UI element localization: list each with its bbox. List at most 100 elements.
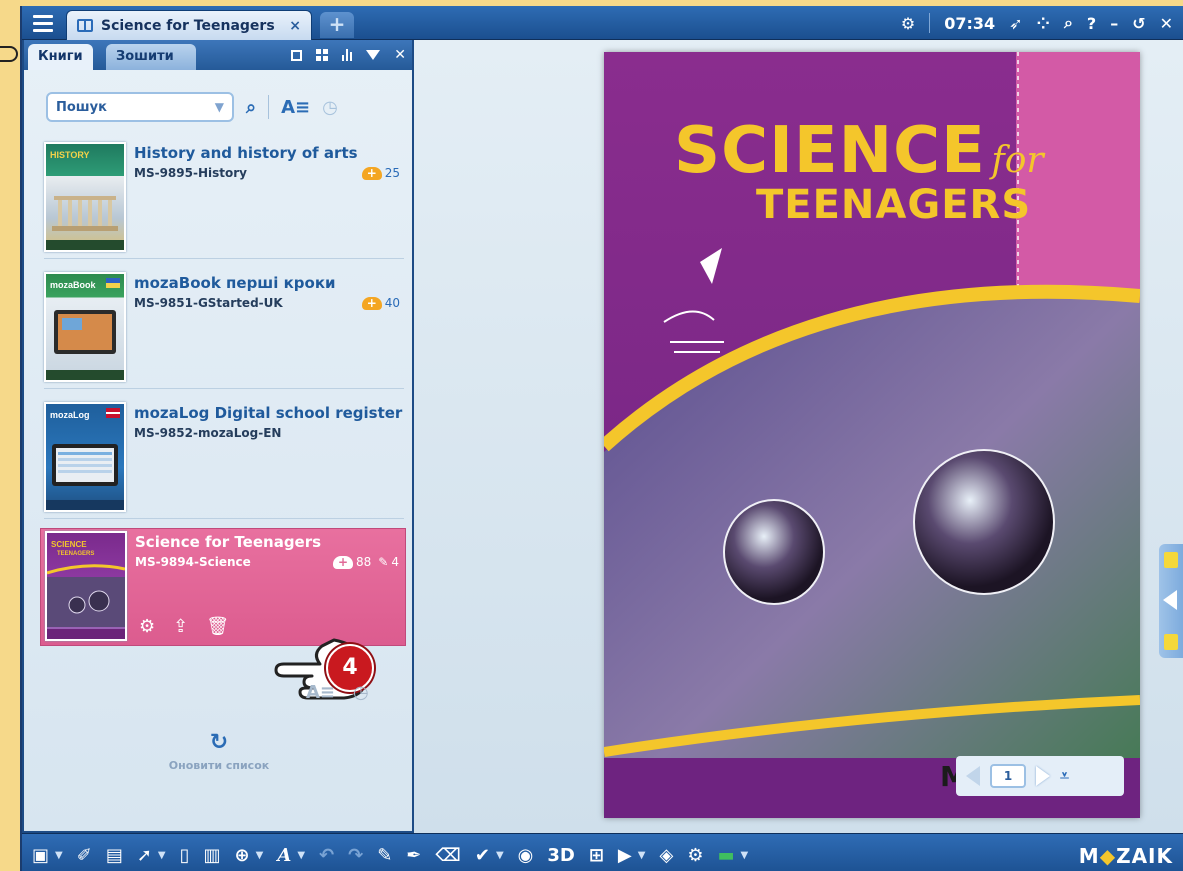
minimize-icon[interactable]: – [1110,14,1118,33]
zoom-icon[interactable]: ⊕ [235,845,250,866]
book-code: MS-9894-Science [135,555,251,569]
add-note-icon[interactable] [1164,552,1178,568]
rocket-icon[interactable]: ➶ [1009,14,1022,33]
chevron-down-icon[interactable]: ▼ [297,850,305,861]
tab-notebooks[interactable]: Зошити [106,44,196,70]
count-value: 25 [384,166,400,180]
settings-icon[interactable]: ⚙ [139,616,155,637]
prev-page-icon[interactable] [966,766,980,786]
logo-zaik: ZAIK [1116,843,1173,868]
help-icon[interactable]: ? [1087,14,1096,33]
panel-tab-bar: Книги Зошити ✕ [24,40,412,70]
exercise-icon[interactable]: ⊞ [589,845,604,866]
search-row: Пошук ▼ ⌕ A≡ ◷ [46,92,338,122]
bookshelf-icon[interactable]: ✐ [77,845,92,866]
sort-alpha-icon[interactable]: A≡ [306,682,335,703]
list-item[interactable]: mozaBook mozaBook перші кроки MS-9851-GS… [40,270,406,384]
tab-books[interactable]: Книги [28,44,93,70]
list-item[interactable]: HISTORY History and history of arts MS-9… [40,140,406,254]
eraser-icon[interactable]: ⌫ [435,845,460,866]
single-view-icon[interactable] [291,49,303,61]
list-view-icon[interactable] [342,49,353,61]
svg-text:SCIENCE: SCIENCE [51,540,87,549]
book-title: History and history of arts [134,144,358,162]
cloud-plus-icon: + [333,555,354,569]
close-tab-icon[interactable]: × [289,18,301,34]
grid-view-icon[interactable] [316,49,329,61]
tablet-image: mozaBook [46,278,124,380]
notes-icon[interactable] [1164,634,1178,650]
hamburger-menu-icon[interactable] [28,10,58,36]
list-item-active[interactable]: SCIENCE TEENAGERS Science for Teenagers … [40,528,406,646]
sort-alpha-icon[interactable]: A≡ [281,97,310,118]
settings-icon[interactable]: ⚙ [901,14,915,33]
add-tab-button[interactable]: + [320,12,354,38]
chevron-down-icon[interactable]: ▼ [256,850,264,861]
document-tab[interactable]: Science for Teenagers × [66,10,312,40]
search-input[interactable]: Пошук ▼ [46,92,234,122]
upload-icon[interactable]: ⇪ [173,616,188,637]
notes-icon: ✎ [378,555,389,569]
expand-drawer-icon[interactable] [1163,590,1177,610]
cover-title-line2: TEENAGERS [756,182,1032,228]
book-code: MS-9851-GStarted-UK [134,296,283,310]
page-navigator: 1 ⩡ [956,756,1124,796]
book-actions: ⚙ ⇪ 🗑 [139,616,229,637]
count-value: 40 [384,296,400,310]
cloud-plus-icon: + [361,166,382,180]
media-icon[interactable]: ◉ [518,845,534,866]
sort-time-icon[interactable]: ◷ [322,97,338,118]
list-item[interactable]: mozaLog mozaLog Digital school register … [40,400,406,514]
svg-text:TEENAGERS: TEENAGERS [57,551,94,557]
chevron-down-icon[interactable]: ▼ [55,850,63,861]
restore-icon[interactable]: ↺ [1132,14,1145,33]
chevron-down-icon[interactable]: ▼ [158,850,166,861]
search-icon[interactable]: ⌕ [1064,13,1073,33]
page-icon[interactable]: ▯ [180,845,190,866]
collapse-panel-icon[interactable] [366,50,381,60]
color-bar-icon[interactable]: ▬ [717,845,734,866]
pen-icon[interactable]: ✎ [377,845,392,866]
book-cover-mozalog: mozaLog [44,402,126,512]
refresh-list-button[interactable]: ↻ Оновити список [164,730,274,772]
book-cover-mozabook: mozaBook [44,272,126,382]
globe-icon[interactable]: ◈ [659,845,673,866]
window-edge-handle [0,38,20,68]
library-panel: Книги Зошити ✕ Пошук ▼ ⌕ A≡ ◷ HISTORY Hi… [22,40,414,833]
apps-icon[interactable]: ⁘ [1037,14,1050,33]
clock: 07:34 [944,13,996,33]
search-icon[interactable]: ⌕ [246,97,256,118]
stamp-icon[interactable]: ✔ [475,845,490,866]
refresh-icon: ↻ [209,730,229,755]
svg-text:HISTORY: HISTORY [50,150,90,160]
book-icon[interactable]: ▣ [32,845,49,866]
chevron-down-icon[interactable]: ▼ [638,850,646,861]
chevron-down-icon[interactable]: ▼ [496,850,504,861]
page-number-input[interactable]: 1 [990,764,1026,788]
settings-icon[interactable]: ⚙ [687,845,703,866]
book-viewer: SCIENCE for TEENAGERS M 1 ⩡ [414,40,1183,833]
marker-icon[interactable]: ✒ [406,845,421,866]
book-code: MS-9895-History [134,166,247,180]
next-page-icon[interactable] [1036,766,1050,786]
chevron-down-icon[interactable]: ▼ [215,100,224,114]
play-icon[interactable]: ▶ [618,845,632,866]
close-icon[interactable]: ✕ [1160,14,1173,33]
document-icon[interactable]: ▤ [106,845,123,866]
parthenon-image: HISTORY [46,150,124,250]
chevron-down-icon[interactable]: ▼ [740,850,748,861]
title-bar: Science for Teenagers × + ⚙ 07:34 ➶ ⁘ ⌕ … [22,6,1183,40]
text-icon[interactable]: A [277,845,291,866]
3d-icon[interactable]: 3D [547,845,574,866]
undo-icon[interactable]: ↶ [319,845,334,866]
tools-icon[interactable]: ➚ [137,845,152,866]
side-drawer-tab[interactable] [1159,544,1183,658]
delete-icon[interactable]: 🗑 [206,616,229,637]
mozaik-logo: M◆ZAIK [1079,844,1173,868]
redo-icon[interactable]: ↷ [348,845,363,866]
notes-count: 4 [391,555,399,569]
last-page-icon[interactable]: ⩡ [1060,766,1069,786]
two-page-icon[interactable]: ▥ [204,845,221,866]
close-panel-icon[interactable]: ✕ [394,47,406,63]
sort-time-icon[interactable]: ◷ [353,682,369,703]
